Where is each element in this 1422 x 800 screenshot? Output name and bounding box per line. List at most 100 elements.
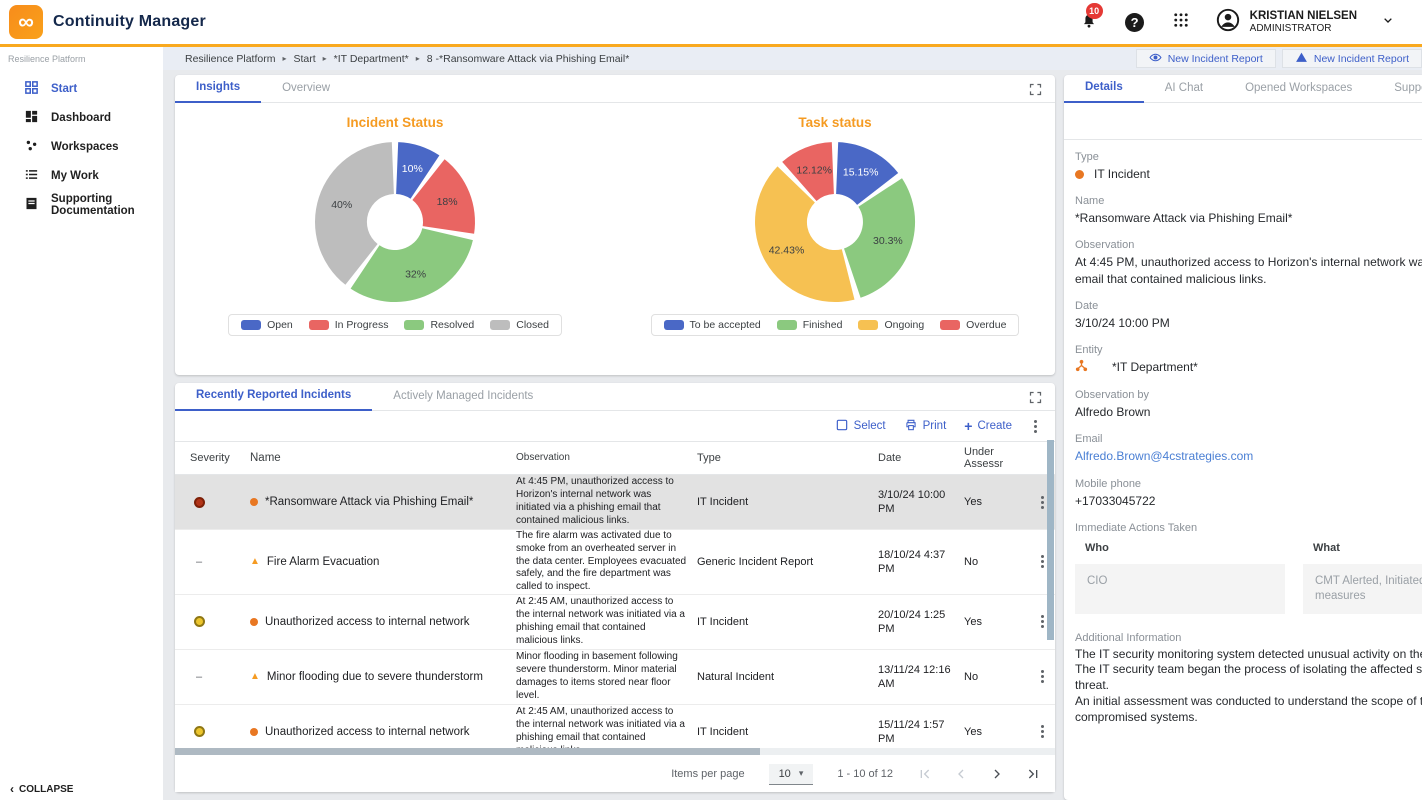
incident-type: IT Incident bbox=[697, 496, 878, 508]
field-label: Entity bbox=[1075, 344, 1422, 356]
row-menu-icon[interactable] bbox=[1041, 560, 1044, 563]
tab-support[interactable]: Support bbox=[1373, 82, 1422, 102]
plus-icon: + bbox=[964, 418, 972, 434]
dashboard-icon bbox=[24, 109, 39, 127]
detail-field-type: TypeIT Incident bbox=[1075, 151, 1422, 182]
select-button[interactable]: Select bbox=[835, 418, 886, 435]
caret-down-icon: ▾ bbox=[799, 768, 804, 779]
apps-grid-icon bbox=[1172, 11, 1190, 34]
legend-item: Overdue bbox=[940, 319, 1006, 331]
legend-swatch bbox=[664, 320, 684, 330]
row-menu-icon[interactable] bbox=[1041, 675, 1044, 678]
vertical-scrollbar[interactable] bbox=[1047, 440, 1054, 640]
entity-org-icon bbox=[1075, 359, 1088, 376]
accent-divider bbox=[0, 44, 1422, 47]
incident-status-chart: Incident Status10%18%32%40%OpenIn Progre… bbox=[175, 103, 615, 336]
tab-overview[interactable]: Overview bbox=[261, 82, 351, 102]
print-button[interactable]: Print bbox=[904, 418, 947, 435]
incident-observation: The fire alarm was activated due to smok… bbox=[516, 530, 697, 594]
sidebar: Resilience Platform StartDashboardWorksp… bbox=[0, 47, 163, 800]
fullscreen-icon[interactable] bbox=[1028, 390, 1043, 410]
page-size-select[interactable]: 10 ▾ bbox=[769, 764, 814, 785]
sidebar-item-my-work[interactable]: My Work bbox=[0, 161, 163, 190]
breadcrumb-item[interactable]: *IT Department* bbox=[334, 53, 409, 65]
table-row[interactable]: Unauthorized access to internal networkA… bbox=[175, 595, 1055, 650]
incident-date: 3/10/24 10:00 PM bbox=[878, 488, 964, 517]
platform-label: Resilience Platform bbox=[0, 47, 163, 74]
row-menu-icon[interactable] bbox=[1041, 730, 1044, 733]
next-page-button[interactable] bbox=[989, 766, 1005, 782]
incident-type-icon bbox=[250, 618, 258, 626]
horizontal-scrollbar[interactable] bbox=[175, 748, 1055, 755]
user-menu[interactable]: KRISTIAN NIELSEN ADMINISTRATOR bbox=[1215, 7, 1396, 38]
breadcrumb-item[interactable]: Start bbox=[293, 53, 315, 65]
fullscreen-icon[interactable] bbox=[1028, 82, 1043, 102]
collapse-button[interactable]: ‹ COLLAPSE bbox=[10, 782, 73, 796]
tab-recently-reported-incidents[interactable]: Recently Reported Incidents bbox=[175, 389, 372, 411]
workspaces-icon bbox=[24, 138, 39, 156]
incident-date: 13/11/24 12:16 AM bbox=[878, 663, 964, 692]
column-header-under-assessr[interactable]: Under Assessr bbox=[964, 446, 1030, 470]
column-header-observation[interactable]: Observation bbox=[516, 452, 697, 465]
legend-swatch bbox=[404, 320, 424, 330]
previous-page-button[interactable] bbox=[953, 766, 969, 782]
sidebar-item-dashboard[interactable]: Dashboard bbox=[0, 103, 163, 132]
tab-opened-workspaces[interactable]: Opened Workspaces bbox=[1224, 82, 1373, 102]
field-label: Observation by bbox=[1075, 389, 1422, 401]
incident-type: IT Incident bbox=[697, 726, 878, 738]
app-logo-infinity-icon[interactable]: ∞ bbox=[9, 5, 43, 39]
help-button[interactable]: ? bbox=[1123, 10, 1147, 34]
immediate-action-what[interactable]: CMT Alerted, Initiated containment measu… bbox=[1303, 564, 1422, 614]
table-row[interactable]: –▲Fire Alarm EvacuationThe fire alarm wa… bbox=[175, 530, 1055, 595]
table-row[interactable]: –▲Minor flooding due to severe thunderst… bbox=[175, 650, 1055, 705]
table-header: SeverityNameObservationTypeDateUnder Ass… bbox=[175, 442, 1055, 475]
severity-high-icon bbox=[194, 497, 205, 508]
under-assessment-value: Yes bbox=[964, 616, 1030, 628]
donut-chart: 15.15%30.3%42.43%12.12% bbox=[745, 132, 925, 312]
column-header-type[interactable]: Type bbox=[697, 452, 878, 464]
donut-chart: 10%18%32%40% bbox=[305, 132, 485, 312]
who-column-header: Who bbox=[1075, 542, 1303, 554]
email-link[interactable]: Alfredo.Brown@4cstrategies.com bbox=[1075, 448, 1422, 464]
column-header-name[interactable]: Name bbox=[250, 452, 516, 464]
field-value: *IT Department* bbox=[1112, 359, 1198, 375]
sidebar-item-supporting-documentation[interactable]: Supporting Documentation bbox=[0, 190, 163, 219]
table-row[interactable]: *Ransomware Attack via Phishing Email*At… bbox=[175, 475, 1055, 530]
breadcrumb-item[interactable]: 8 -*Ransomware Attack via Phishing Email… bbox=[427, 53, 630, 65]
tab-ai-chat[interactable]: AI Chat bbox=[1144, 82, 1224, 102]
legend-item: Closed bbox=[490, 319, 549, 331]
tab-details[interactable]: Details bbox=[1064, 81, 1144, 103]
chart-title: Task status bbox=[798, 115, 871, 130]
under-assessment-value: Yes bbox=[964, 726, 1030, 738]
field-value: *Ransomware Attack via Phishing Email* bbox=[1075, 210, 1422, 226]
create-button[interactable]: + Create bbox=[964, 418, 1012, 434]
breadcrumb-item[interactable]: Resilience Platform bbox=[185, 53, 275, 65]
apps-grid-button[interactable] bbox=[1169, 10, 1193, 34]
tab-insights[interactable]: Insights bbox=[175, 81, 261, 103]
row-menu-icon[interactable] bbox=[1041, 501, 1044, 504]
legend-item: In Progress bbox=[309, 319, 389, 331]
last-page-button[interactable] bbox=[1025, 766, 1041, 782]
legend-swatch bbox=[309, 320, 329, 330]
tab-actively-managed-incidents[interactable]: Actively Managed Incidents bbox=[372, 390, 554, 410]
svg-text:12.12%: 12.12% bbox=[796, 165, 832, 177]
field-value: +17033045722 bbox=[1075, 493, 1422, 509]
chart-title: Incident Status bbox=[347, 115, 444, 130]
chevron-down-icon bbox=[1380, 12, 1396, 33]
column-header-date[interactable]: Date bbox=[878, 451, 964, 465]
under-assessment-value: Yes bbox=[964, 496, 1030, 508]
severity-none: – bbox=[196, 556, 202, 568]
more-options-icon[interactable] bbox=[1034, 425, 1037, 428]
new-incident-report-button[interactable]: New Incident Report bbox=[1136, 49, 1276, 68]
incident-name: Unauthorized access to internal network bbox=[265, 726, 470, 738]
severity-medium-icon bbox=[194, 726, 205, 737]
additional-information-label: Additional Information bbox=[1075, 632, 1422, 644]
new-incident-button[interactable]: New Incident Report bbox=[1282, 49, 1422, 68]
notifications-button[interactable]: 10 bbox=[1077, 10, 1101, 34]
first-page-button[interactable] bbox=[917, 766, 933, 782]
sidebar-item-workspaces[interactable]: Workspaces bbox=[0, 132, 163, 161]
sidebar-item-start[interactable]: Start bbox=[0, 74, 163, 103]
immediate-action-who[interactable]: CIO bbox=[1075, 564, 1285, 614]
row-menu-icon[interactable] bbox=[1041, 620, 1044, 623]
column-header-severity[interactable]: Severity bbox=[190, 452, 250, 464]
